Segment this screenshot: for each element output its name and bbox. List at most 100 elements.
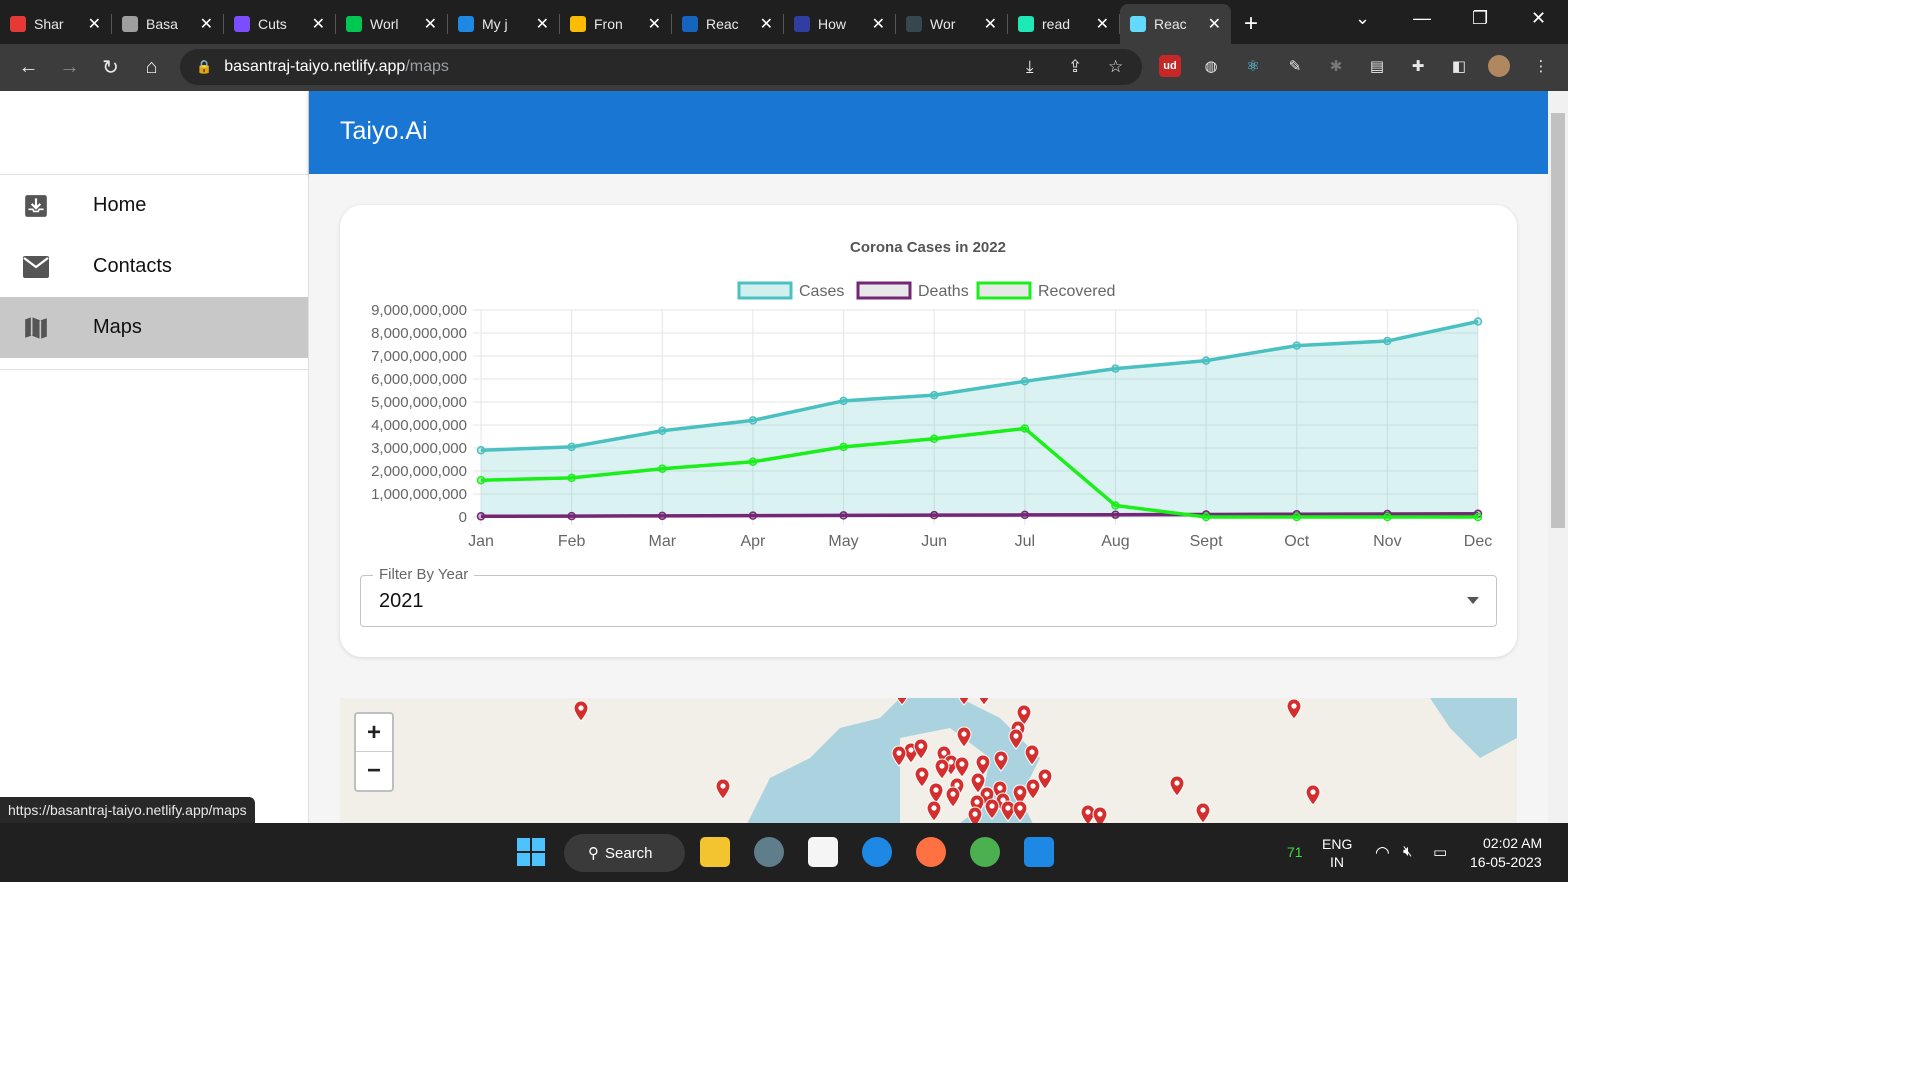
new-tab-button[interactable]: +	[1231, 10, 1271, 38]
react-devtools-icon[interactable]: ⚛	[1242, 55, 1264, 77]
map-pin-icon[interactable]	[914, 766, 930, 788]
tab-search-icon[interactable]: ⌄	[1355, 8, 1370, 29]
language-secondary[interactable]: IN	[1330, 854, 1344, 870]
map-pin-icon[interactable]	[1092, 806, 1108, 823]
install-icon[interactable]: ⤓	[1026, 57, 1034, 77]
map-pin-icon[interactable]	[1169, 775, 1185, 797]
browser-tab[interactable]: Wor ✕	[896, 4, 1007, 44]
profile-avatar[interactable]	[1488, 55, 1510, 77]
year-filter-select[interactable]: Filter By Year 2021	[360, 566, 1497, 627]
page-scrollbar[interactable]	[1548, 91, 1568, 823]
map-pin-icon[interactable]	[1008, 728, 1024, 750]
sidebar-item-home[interactable]: Home	[0, 175, 308, 236]
chrome-icon[interactable]	[970, 837, 1000, 867]
windows-start-icon[interactable]	[516, 837, 546, 867]
map-pin-icon[interactable]	[1000, 800, 1016, 822]
legend-swatch	[737, 281, 793, 300]
language-primary[interactable]: ENG	[1322, 836, 1352, 852]
map-pin-icon[interactable]	[928, 782, 944, 804]
browser-tab[interactable]: Cuts ✕	[224, 4, 335, 44]
browser-tab[interactable]: Fron ✕	[560, 4, 671, 44]
volume-muted-icon[interactable]: 🔇︎	[1403, 843, 1412, 860]
bug-icon[interactable]: ✱	[1325, 55, 1347, 77]
store-icon[interactable]	[808, 837, 838, 867]
address-bar[interactable]: 🔒 basantraj-taiyo.netlify.app/maps ⤓ ⇪ ☆	[180, 49, 1142, 85]
side-panel-icon[interactable]: ◧	[1448, 55, 1470, 77]
zoom-out-button[interactable]: −	[356, 752, 392, 790]
map-pin-icon[interactable]	[957, 698, 971, 706]
browser-tab[interactable]: read ✕	[1008, 4, 1119, 44]
map-pin-icon[interactable]	[573, 700, 589, 722]
clock-time[interactable]: 02:02 AM	[1483, 835, 1542, 851]
browser-tab[interactable]: My j ✕	[448, 4, 559, 44]
menu-kebab-icon[interactable]: ⋮	[1530, 55, 1552, 77]
map-pin-icon[interactable]	[967, 806, 983, 823]
browser-tab[interactable]: Worl ✕	[336, 4, 447, 44]
legend-label: Cases	[799, 283, 844, 300]
tab-close-icon[interactable]: ✕	[200, 14, 213, 34]
forward-icon[interactable]: →	[49, 56, 90, 79]
pen-icon[interactable]: ✎	[1284, 55, 1306, 77]
browser-tab[interactable]: Basa ✕	[112, 4, 223, 44]
settings-gear-icon[interactable]	[754, 837, 784, 867]
tab-close-icon[interactable]: ✕	[1208, 14, 1221, 34]
back-icon[interactable]: ←	[8, 56, 49, 79]
scrollbar-thumb[interactable]	[1551, 113, 1565, 528]
home-icon[interactable]: ⌂	[131, 56, 172, 79]
tab-close-icon[interactable]: ✕	[872, 14, 885, 34]
map-pin-icon[interactable]	[993, 750, 1009, 772]
map-pin-icon[interactable]	[984, 798, 1000, 820]
share-icon[interactable]: ⇪	[1068, 57, 1082, 77]
map-pin-icon[interactable]	[1012, 800, 1028, 822]
tab-close-icon[interactable]: ✕	[760, 14, 773, 34]
tab-close-icon[interactable]: ✕	[1096, 14, 1109, 34]
close-window-icon[interactable]: ✕	[1531, 8, 1546, 29]
calendar-icon[interactable]: ▤	[1366, 55, 1388, 77]
reload-icon[interactable]: ↻	[90, 55, 131, 80]
sidebar-item-maps[interactable]: Maps	[0, 297, 308, 358]
restore-icon[interactable]: ❐	[1472, 8, 1488, 29]
map-pin-icon[interactable]	[891, 745, 907, 767]
map-pin-icon[interactable]	[926, 800, 942, 822]
bookmark-star-icon[interactable]: ☆	[1108, 57, 1123, 77]
map-pin-icon[interactable]	[977, 698, 991, 706]
map-pin-icon[interactable]	[1305, 784, 1321, 806]
world-map[interactable]: + −	[340, 698, 1517, 823]
extensions-puzzle-icon[interactable]: ✚	[1407, 55, 1429, 77]
map-pin-icon[interactable]	[954, 756, 970, 778]
minimize-icon[interactable]: —	[1413, 8, 1431, 29]
sidebar-item-contacts[interactable]: Contacts	[0, 236, 308, 297]
map-pin-icon[interactable]	[1025, 778, 1041, 800]
zoom-in-button[interactable]: +	[356, 714, 392, 752]
tab-close-icon[interactable]: ✕	[88, 14, 101, 34]
battery-icon[interactable]: ▭	[1433, 843, 1447, 861]
map-pin-icon[interactable]	[1286, 698, 1302, 720]
tab-close-icon[interactable]: ✕	[312, 14, 325, 34]
tab-close-icon[interactable]: ✕	[536, 14, 549, 34]
browser-tab[interactable]: Shar ✕	[0, 4, 111, 44]
browser-tab[interactable]: Reac ✕	[672, 4, 783, 44]
map-pin-icon[interactable]	[895, 698, 909, 706]
edge-icon[interactable]	[862, 837, 892, 867]
browser-tab[interactable]: How ✕	[784, 4, 895, 44]
browser-tab[interactable]: Reac ✕	[1120, 4, 1231, 44]
legend-label: Recovered	[1038, 283, 1115, 300]
map-pin-icon[interactable]	[956, 726, 972, 748]
ublock-icon[interactable]: ud	[1159, 55, 1181, 77]
map-pin-icon[interactable]	[975, 754, 991, 776]
wifi-icon[interactable]: ◠	[1375, 843, 1390, 863]
file-explorer-icon[interactable]	[700, 837, 730, 867]
map-pin-icon[interactable]	[715, 778, 731, 800]
vscode-icon[interactable]	[1024, 837, 1054, 867]
map-pin-icon[interactable]	[945, 786, 961, 808]
tab-close-icon[interactable]: ✕	[984, 14, 997, 34]
clock-date[interactable]: 16-05-2023	[1470, 854, 1542, 870]
tab-close-icon[interactable]: ✕	[648, 14, 661, 34]
taskbar-search[interactable]: ⚲ Search	[564, 834, 685, 872]
firefox-icon[interactable]	[916, 837, 946, 867]
tab-close-icon[interactable]: ✕	[424, 14, 437, 34]
map-pin-icon[interactable]	[934, 758, 950, 780]
map-pin-icon[interactable]	[1195, 802, 1211, 823]
globe-icon[interactable]: ◍	[1200, 55, 1222, 77]
map-pin-icon[interactable]	[1024, 744, 1040, 766]
